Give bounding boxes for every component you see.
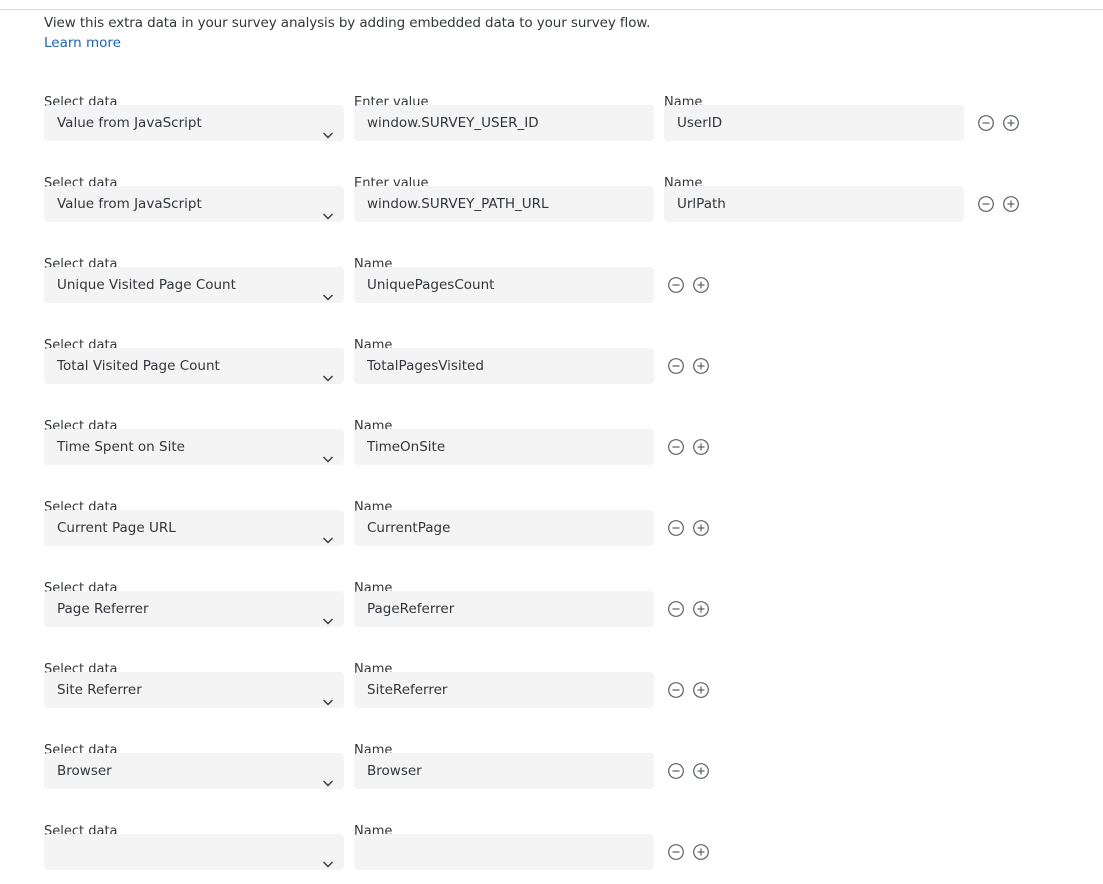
add-row-button[interactable]: [692, 600, 710, 618]
select-data-value: Current Page URL: [57, 520, 176, 536]
select-data-value: Value from JavaScript: [57, 196, 202, 212]
name-input[interactable]: UrlPath: [664, 186, 964, 222]
plus-circle-icon: [1002, 196, 1020, 217]
minus-circle-icon: [667, 601, 685, 622]
embedded-data-row: Select data Site Referrer Name SiteReferr…: [0, 662, 1103, 722]
enter-value-input[interactable]: window.SURVEY_USER_ID: [354, 105, 654, 141]
minus-circle-icon: [667, 277, 685, 298]
plus-circle-icon: [692, 520, 710, 541]
select-data-value: Browser: [57, 763, 112, 779]
name-input[interactable]: TimeOnSite: [354, 429, 654, 465]
embedded-data-row: Select data Value from JavaScript Enter …: [0, 176, 1103, 236]
remove-row-button[interactable]: [667, 276, 685, 294]
remove-row-button[interactable]: [667, 438, 685, 456]
add-row-button[interactable]: [692, 681, 710, 699]
chevron-down-icon: [322, 766, 334, 787]
minus-circle-icon: [667, 439, 685, 460]
minus-circle-icon: [667, 682, 685, 703]
plus-circle-icon: [692, 277, 710, 298]
select-data-dropdown[interactable]: Total Visited Page Count: [44, 348, 344, 384]
select-data-value: Total Visited Page Count: [57, 358, 220, 374]
plus-circle-icon: [692, 358, 710, 379]
remove-row-button[interactable]: [667, 519, 685, 537]
plus-circle-icon: [1002, 115, 1020, 136]
name-input[interactable]: UserID: [664, 105, 964, 141]
embedded-data-row: Select data Name: [0, 824, 1103, 884]
add-row-button[interactable]: [692, 843, 710, 861]
add-row-button[interactable]: [692, 357, 710, 375]
minus-circle-icon: [667, 358, 685, 379]
intro-text: View this extra data in your survey anal…: [44, 15, 651, 31]
embedded-data-row: Select data Browser Name Browser: [0, 743, 1103, 803]
plus-circle-icon: [692, 844, 710, 865]
name-input[interactable]: Browser: [354, 753, 654, 789]
plus-circle-icon: [692, 763, 710, 784]
chevron-down-icon: [322, 118, 334, 139]
select-data-value: Unique Visited Page Count: [57, 277, 236, 293]
minus-circle-icon: [977, 115, 995, 136]
add-row-button[interactable]: [692, 438, 710, 456]
minus-circle-icon: [667, 763, 685, 784]
embedded-data-row: Select data Current Page URL Name Current…: [0, 500, 1103, 560]
add-row-button[interactable]: [692, 762, 710, 780]
name-input[interactable]: TotalPagesVisited: [354, 348, 654, 384]
add-row-button[interactable]: [1002, 114, 1020, 132]
remove-row-button[interactable]: [667, 843, 685, 861]
remove-row-button[interactable]: [977, 114, 995, 132]
remove-row-button[interactable]: [977, 195, 995, 213]
enter-value-input[interactable]: window.SURVEY_PATH_URL: [354, 186, 654, 222]
chevron-down-icon: [322, 685, 334, 706]
select-data-value: Value from JavaScript: [57, 115, 202, 131]
minus-circle-icon: [977, 196, 995, 217]
chevron-down-icon: [322, 523, 334, 544]
top-divider: [0, 9, 1103, 10]
learn-more-link[interactable]: Learn more: [44, 35, 121, 51]
chevron-down-icon: [322, 361, 334, 382]
embedded-data-row: Select data Time Spent on Site Name TimeO…: [0, 419, 1103, 479]
add-row-button[interactable]: [692, 519, 710, 537]
select-data-dropdown[interactable]: Current Page URL: [44, 510, 344, 546]
chevron-down-icon: [322, 280, 334, 301]
select-data-dropdown[interactable]: Site Referrer: [44, 672, 344, 708]
plus-circle-icon: [692, 682, 710, 703]
embedded-data-row: Select data Total Visited Page Count Nam…: [0, 338, 1103, 398]
select-data-value: Page Referrer: [57, 601, 149, 617]
chevron-down-icon: [322, 442, 334, 463]
select-data-dropdown[interactable]: Time Spent on Site: [44, 429, 344, 465]
chevron-down-icon: [322, 199, 334, 220]
name-input[interactable]: SiteReferrer: [354, 672, 654, 708]
select-data-dropdown[interactable]: Value from JavaScript: [44, 105, 344, 141]
embedded-data-row: Select data Page Referrer Name PageReferr…: [0, 581, 1103, 641]
select-data-dropdown[interactable]: Unique Visited Page Count: [44, 267, 344, 303]
add-row-button[interactable]: [1002, 195, 1020, 213]
minus-circle-icon: [667, 520, 685, 541]
minus-circle-icon: [667, 844, 685, 865]
plus-circle-icon: [692, 439, 710, 460]
select-data-value: Site Referrer: [57, 682, 142, 698]
select-data-dropdown[interactable]: Value from JavaScript: [44, 186, 344, 222]
select-data-value: Time Spent on Site: [57, 439, 185, 455]
remove-row-button[interactable]: [667, 681, 685, 699]
name-input[interactable]: UniquePagesCount: [354, 267, 654, 303]
select-data-dropdown[interactable]: Page Referrer: [44, 591, 344, 627]
chevron-down-icon: [322, 604, 334, 625]
name-input[interactable]: PageReferrer: [354, 591, 654, 627]
name-input[interactable]: [354, 834, 654, 870]
select-data-dropdown[interactable]: [44, 834, 344, 870]
name-input[interactable]: CurrentPage: [354, 510, 654, 546]
remove-row-button[interactable]: [667, 762, 685, 780]
embedded-data-row: Select data Value from JavaScript Enter …: [0, 95, 1103, 155]
remove-row-button[interactable]: [667, 600, 685, 618]
select-data-dropdown[interactable]: Browser: [44, 753, 344, 789]
plus-circle-icon: [692, 601, 710, 622]
embedded-data-row: Select data Unique Visited Page Count Na…: [0, 257, 1103, 317]
chevron-down-icon: [322, 847, 334, 868]
add-row-button[interactable]: [692, 276, 710, 294]
remove-row-button[interactable]: [667, 357, 685, 375]
